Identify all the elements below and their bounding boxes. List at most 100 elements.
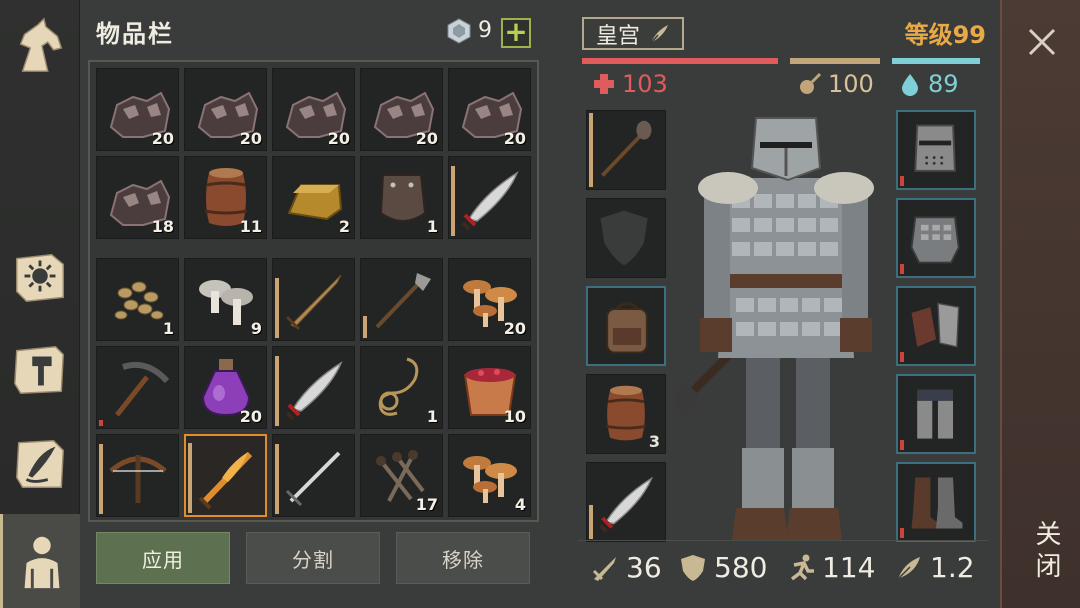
inventory-slot[interactable]: 20	[184, 68, 267, 151]
crossbow-icon	[109, 455, 167, 503]
inventory-slot[interactable]: 9	[184, 258, 267, 341]
inventory-slot[interactable]: 20	[448, 258, 531, 341]
equip-left-slot[interactable]	[586, 198, 666, 278]
inventory-slot[interactable]	[272, 258, 355, 341]
food-value: 100	[828, 70, 874, 98]
water-stat: 89	[898, 70, 959, 98]
health-bar	[582, 58, 778, 64]
side-rail	[0, 0, 80, 608]
backpack-icon	[606, 302, 648, 354]
equip-left-slot[interactable]	[586, 462, 666, 542]
longsword-icon	[285, 451, 341, 507]
rail-character-button[interactable]	[0, 514, 80, 608]
inventory-slot[interactable]: 1	[360, 156, 443, 239]
inventory-slot[interactable]: 10	[448, 346, 531, 429]
inventory-slot[interactable]: 20	[184, 346, 267, 429]
chainmail-icon	[910, 216, 960, 264]
rail-horse-button[interactable]	[0, 6, 80, 86]
water-value: 89	[928, 70, 959, 98]
inventory-slot[interactable]	[448, 156, 531, 239]
item-count: 20	[151, 129, 174, 148]
equip-left-slot[interactable]	[586, 286, 666, 366]
rail-crafting-button[interactable]	[0, 330, 80, 410]
durability-bar	[900, 528, 904, 538]
durability-bar	[900, 264, 904, 274]
fire-sword-icon	[198, 451, 253, 510]
item-count: 20	[503, 129, 526, 148]
equip-right-slot[interactable]	[896, 198, 976, 278]
durability-bar	[275, 278, 279, 338]
rail-journal-button[interactable]	[0, 424, 80, 504]
shield-icon	[681, 554, 705, 581]
inventory-slot[interactable]: 4	[448, 434, 531, 517]
inventory-slot[interactable]: 17	[360, 434, 443, 517]
apply-button[interactable]: 应用	[96, 532, 230, 584]
item-count: 20	[239, 407, 262, 426]
item-count: 20	[503, 319, 526, 338]
food-bar	[790, 58, 880, 64]
inventory-slot[interactable]: 18	[96, 156, 179, 239]
item-count: 1	[162, 319, 174, 338]
inventory-slot[interactable]	[96, 346, 179, 429]
inventory-slot[interactable]	[272, 434, 355, 517]
durability-bar	[451, 166, 455, 236]
durability-bar	[589, 505, 593, 539]
inventory-slot[interactable]: 20	[448, 68, 531, 151]
inventory-grid-top: 20 20 20 20 20 18 11 2 1	[96, 68, 531, 239]
item-count: 20	[415, 129, 438, 148]
inventory-slot[interactable]: 1	[96, 258, 179, 341]
weight-stat: 1.2	[894, 551, 975, 584]
close-panel[interactable]: 关闭	[1000, 0, 1080, 608]
pickaxe-icon	[115, 361, 170, 417]
gem-currency-icon	[447, 18, 471, 44]
inventory-grid-bottom: 1 9 20 20 1 10 17 4	[96, 258, 531, 517]
item-count: 20	[239, 129, 262, 148]
inventory-slot[interactable]	[272, 346, 355, 429]
durability-bar	[589, 113, 593, 187]
add-currency-button[interactable]: +	[501, 18, 531, 48]
durability-bar	[363, 316, 367, 338]
inventory-slot[interactable]: 11	[184, 156, 267, 239]
item-count: 2	[338, 217, 350, 236]
food-stat: 100	[798, 70, 874, 98]
inventory-slot[interactable]: 1	[360, 346, 443, 429]
durability-bar	[99, 420, 103, 426]
inventory-slot[interactable]	[184, 434, 267, 517]
armor-stat: 580	[678, 551, 767, 584]
horse-icon	[19, 17, 63, 72]
sword-attack-icon	[592, 556, 616, 581]
item-count: 4	[514, 495, 526, 514]
quill-icon[interactable]	[648, 23, 670, 45]
inventory-slot[interactable]: 20	[360, 68, 443, 151]
item-count: 1	[426, 407, 438, 426]
speed-value: 114	[822, 551, 876, 584]
inventory-slot[interactable]: 2	[272, 156, 355, 239]
item-count: 9	[250, 319, 262, 338]
inventory-slot[interactable]	[96, 434, 179, 517]
item-count: 1	[426, 217, 438, 236]
scimitar-icon	[599, 476, 653, 533]
health-cross-icon	[594, 74, 614, 94]
boots-icon	[911, 477, 963, 529]
equip-left-slot[interactable]	[586, 110, 666, 190]
inventory-slot[interactable]	[360, 258, 443, 341]
inventory-slot[interactable]: 20	[272, 68, 355, 151]
split-button[interactable]: 分割	[246, 532, 380, 584]
item-count: 18	[151, 217, 174, 236]
attack-stat: 36	[590, 551, 662, 584]
inventory-slot[interactable]: 20	[96, 68, 179, 151]
equip-right-slot[interactable]	[896, 462, 976, 542]
currency-count: 9	[478, 18, 492, 43]
durability-bar	[275, 444, 279, 514]
equip-left-slot[interactable]: 3	[586, 374, 666, 454]
equip-right-slot[interactable]	[896, 374, 976, 454]
attack-value: 36	[626, 551, 662, 584]
equip-right-slot[interactable]	[896, 286, 976, 366]
close-label[interactable]: 关闭	[1028, 520, 1065, 584]
close-icon[interactable]	[1024, 24, 1060, 60]
rail-skills-button[interactable]	[0, 236, 80, 316]
durability-bar	[900, 352, 904, 362]
hammer-icon	[14, 345, 64, 394]
equip-right-slot[interactable]	[896, 110, 976, 190]
remove-button[interactable]: 移除	[396, 532, 530, 584]
